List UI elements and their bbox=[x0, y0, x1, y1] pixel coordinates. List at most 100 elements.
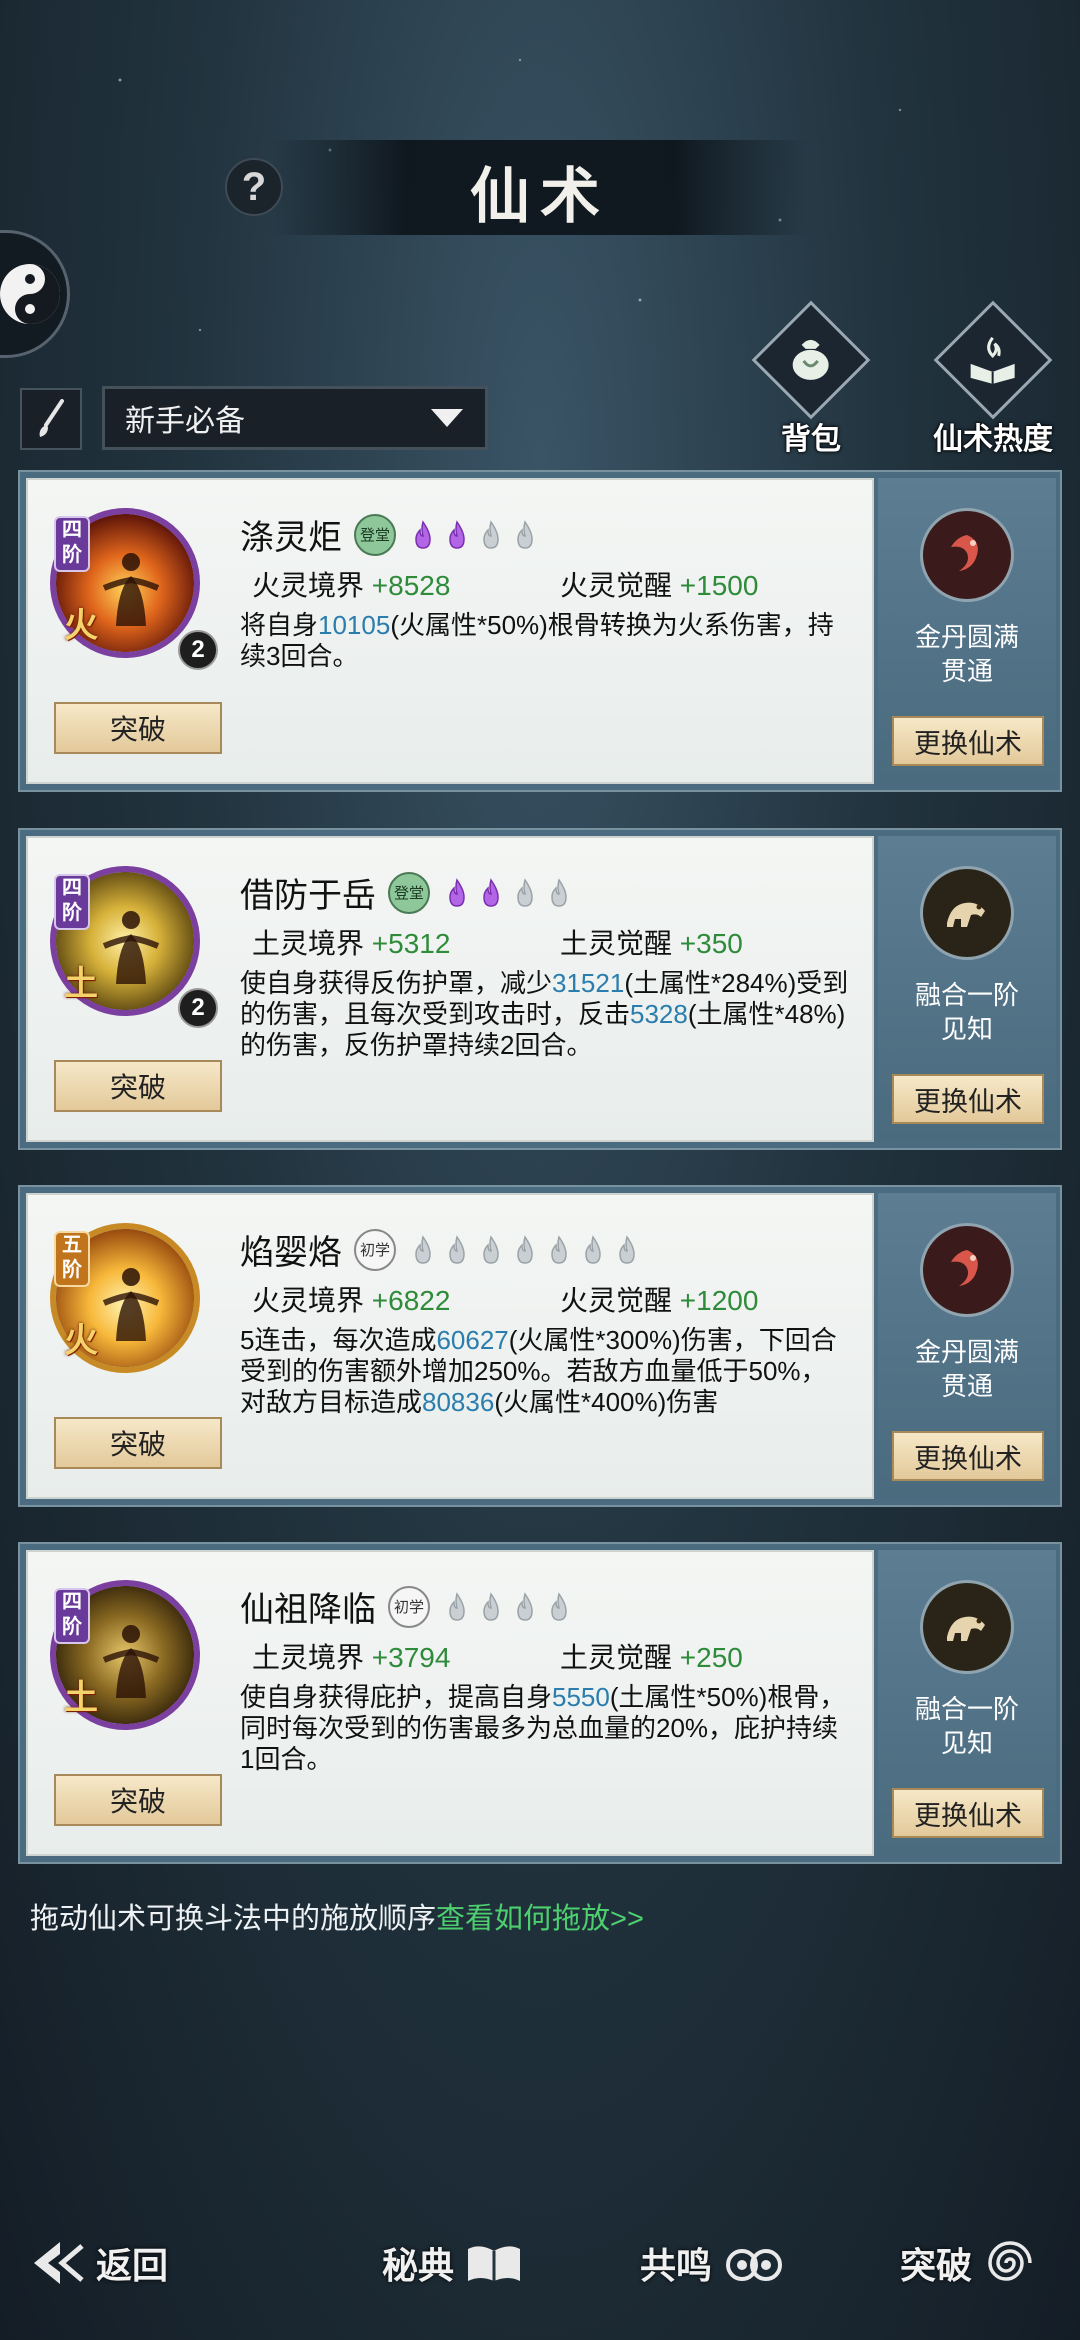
back-button[interactable]: 返回 bbox=[30, 2228, 168, 2298]
card-main: 四阶 土 2 突破 借防于岳 登堂 土灵境界 +5312 土灵觉醒 +350 使… bbox=[26, 836, 874, 1142]
tier-badge: 四阶 bbox=[54, 516, 90, 572]
breakthrough-nav-label: 突破 bbox=[900, 2245, 973, 2287]
flame-icon bbox=[408, 1234, 438, 1265]
awaken-stat-label: 土灵觉醒 bbox=[560, 928, 673, 959]
resonance-button[interactable]: 共鸣 bbox=[640, 2228, 786, 2298]
swap-skill-button[interactable]: 更换仙术 bbox=[892, 1431, 1044, 1481]
description-text: 使自身获得反伤护罩，减少 bbox=[240, 968, 553, 998]
back-arrow-icon bbox=[34, 2242, 84, 2284]
bag-icon bbox=[793, 339, 829, 380]
flame-icon bbox=[442, 519, 472, 550]
effect-label: 金丹圆满 贯通 bbox=[878, 620, 1056, 688]
skill-name: 涤灵炬 bbox=[240, 519, 342, 557]
flame-icon bbox=[442, 877, 472, 908]
phoenix-icon bbox=[920, 508, 1014, 602]
swap-skill-button[interactable]: 更换仙术 bbox=[892, 716, 1044, 766]
flame-icon bbox=[510, 1591, 540, 1622]
effect-label-line2: 见知 bbox=[940, 1728, 993, 1758]
description-number: 5550 bbox=[552, 1682, 610, 1712]
realm-stat-label: 火灵境界 bbox=[252, 1285, 365, 1316]
chevron-down-icon bbox=[431, 409, 463, 427]
flame-icon bbox=[442, 1234, 472, 1265]
spiral-icon bbox=[988, 2241, 1032, 2281]
breakthrough-nav-button[interactable]: 突破 bbox=[900, 2228, 1038, 2298]
description-text: 使自身获得庇护，提高自身 bbox=[240, 1682, 553, 1712]
break-button[interactable]: 突破 bbox=[54, 702, 222, 754]
swap-skill-button[interactable]: 更换仙术 bbox=[892, 1074, 1044, 1124]
element-badge: 土 bbox=[64, 1678, 98, 1718]
flame-icon bbox=[578, 1234, 608, 1265]
how-to-drag-link[interactable]: 查看如何拖放>> bbox=[436, 1903, 644, 1935]
realm-stat-label: 火灵境界 bbox=[252, 570, 365, 601]
flame-icon bbox=[442, 1591, 472, 1622]
awaken-stat-value: +250 bbox=[679, 1642, 743, 1673]
tier-badge: 五阶 bbox=[54, 1231, 90, 1287]
description-number: 5328 bbox=[630, 999, 688, 1029]
realm-stat-value: +3794 bbox=[371, 1642, 451, 1673]
element-badge: 火 bbox=[64, 1321, 98, 1361]
brush-button[interactable] bbox=[20, 388, 82, 450]
skill-name: 仙祖降临 bbox=[240, 1591, 376, 1629]
effect-label-line1: 融合一阶 bbox=[914, 980, 1019, 1010]
rank-badge: 初学 bbox=[354, 1228, 396, 1271]
flame-level bbox=[408, 519, 540, 550]
card-side-panel: 金丹圆满 贯通 更换仙术 bbox=[878, 1193, 1056, 1499]
drag-hint-text: 拖动仙术可换斗法中的施放顺序 bbox=[30, 1903, 437, 1935]
effect-label-line2: 贯通 bbox=[940, 656, 993, 686]
bag-label: 背包 bbox=[781, 422, 841, 457]
secret-book-button[interactable]: 秘典 bbox=[382, 2228, 524, 2298]
effect-label-line1: 融合一阶 bbox=[914, 1694, 1019, 1724]
open-book-icon bbox=[468, 2246, 521, 2281]
book-flame-icon bbox=[971, 336, 1015, 384]
effect-label-line1: 金丹圆满 bbox=[914, 622, 1019, 652]
description-number: 60627 bbox=[436, 1325, 509, 1355]
bottom-nav: 返回 秘典 共鸣 突破 bbox=[0, 2228, 1080, 2308]
break-button[interactable]: 突破 bbox=[54, 1060, 222, 1112]
rank-badge: 登堂 bbox=[354, 513, 396, 556]
skill-card[interactable]: 五阶 火 突破 焰婴烙 初学 火灵境界 +6822 火灵觉醒 +1200 5连击… bbox=[18, 1185, 1062, 1507]
description-text: 5连击，每次造成 bbox=[240, 1325, 437, 1355]
flame-level bbox=[442, 877, 574, 908]
effect-label: 融合一阶 见知 bbox=[878, 1692, 1056, 1760]
yinyang-button[interactable] bbox=[0, 230, 70, 358]
skill-description: 使自身获得反伤护罩，减少31521(土属性*284%)受到的伤害，且每次受到攻击… bbox=[240, 968, 850, 1061]
brush-icon bbox=[39, 399, 64, 437]
bag-button[interactable]: 背包 bbox=[746, 300, 876, 458]
skill-card[interactable]: 四阶 土 突破 仙祖降临 初学 土灵境界 +3794 土灵觉醒 +250 使自身… bbox=[18, 1542, 1062, 1864]
stat-row: 火灵境界 +8528 火灵觉醒 +1500 bbox=[252, 564, 868, 604]
figure-silhouette-icon bbox=[102, 911, 160, 984]
phoenix-icon bbox=[920, 1223, 1014, 1317]
realm-stat: 火灵境界 +8528 bbox=[252, 564, 560, 604]
card-side-panel: 融合一阶 见知 更换仙术 bbox=[878, 836, 1056, 1142]
break-button[interactable]: 突破 bbox=[54, 1417, 222, 1469]
flame-icon bbox=[510, 1234, 540, 1265]
awaken-stat-value: +1500 bbox=[679, 570, 759, 601]
card-main: 四阶 火 2 突破 涤灵炬 登堂 火灵境界 +8528 火灵觉醒 +1500 将… bbox=[26, 478, 874, 784]
effect-label-line1: 金丹圆满 bbox=[914, 1337, 1019, 1367]
secret-book-label: 秘典 bbox=[382, 2245, 455, 2287]
realm-stat-value: +8528 bbox=[371, 570, 451, 601]
description-text: 将自身 bbox=[240, 610, 319, 640]
break-button[interactable]: 突破 bbox=[54, 1774, 222, 1826]
popularity-button[interactable]: 仙术热度 bbox=[918, 300, 1068, 458]
element-badge: 土 bbox=[64, 964, 98, 1004]
skill-name-row: 借防于岳 登堂 bbox=[240, 868, 574, 917]
awaken-stat-value: +350 bbox=[679, 928, 743, 959]
skill-set-dropdown[interactable]: 新手必备 bbox=[102, 386, 488, 450]
awaken-stat: 土灵觉醒 +350 bbox=[560, 922, 868, 962]
resonance-label: 共鸣 bbox=[640, 2245, 713, 2287]
popularity-label: 仙术热度 bbox=[933, 422, 1053, 457]
awaken-stat-label: 火灵觉醒 bbox=[560, 1285, 673, 1316]
stack-count-badge: 2 bbox=[178, 630, 218, 670]
skill-card[interactable]: 四阶 土 2 突破 借防于岳 登堂 土灵境界 +5312 土灵觉醒 +350 使… bbox=[18, 828, 1062, 1150]
flame-icon bbox=[510, 519, 540, 550]
qilin-icon bbox=[920, 866, 1014, 960]
awaken-stat-label: 火灵觉醒 bbox=[560, 570, 673, 601]
card-side-panel: 融合一阶 见知 更换仙术 bbox=[878, 1550, 1056, 1856]
figure-silhouette-icon bbox=[102, 1625, 160, 1698]
realm-stat-value: +5312 bbox=[371, 928, 451, 959]
swap-skill-button[interactable]: 更换仙术 bbox=[892, 1788, 1044, 1838]
skill-card[interactable]: 四阶 火 2 突破 涤灵炬 登堂 火灵境界 +8528 火灵觉醒 +1500 将… bbox=[18, 470, 1062, 792]
description-number: 10105 bbox=[318, 610, 391, 640]
cloud-swirl-icon bbox=[726, 2249, 783, 2281]
